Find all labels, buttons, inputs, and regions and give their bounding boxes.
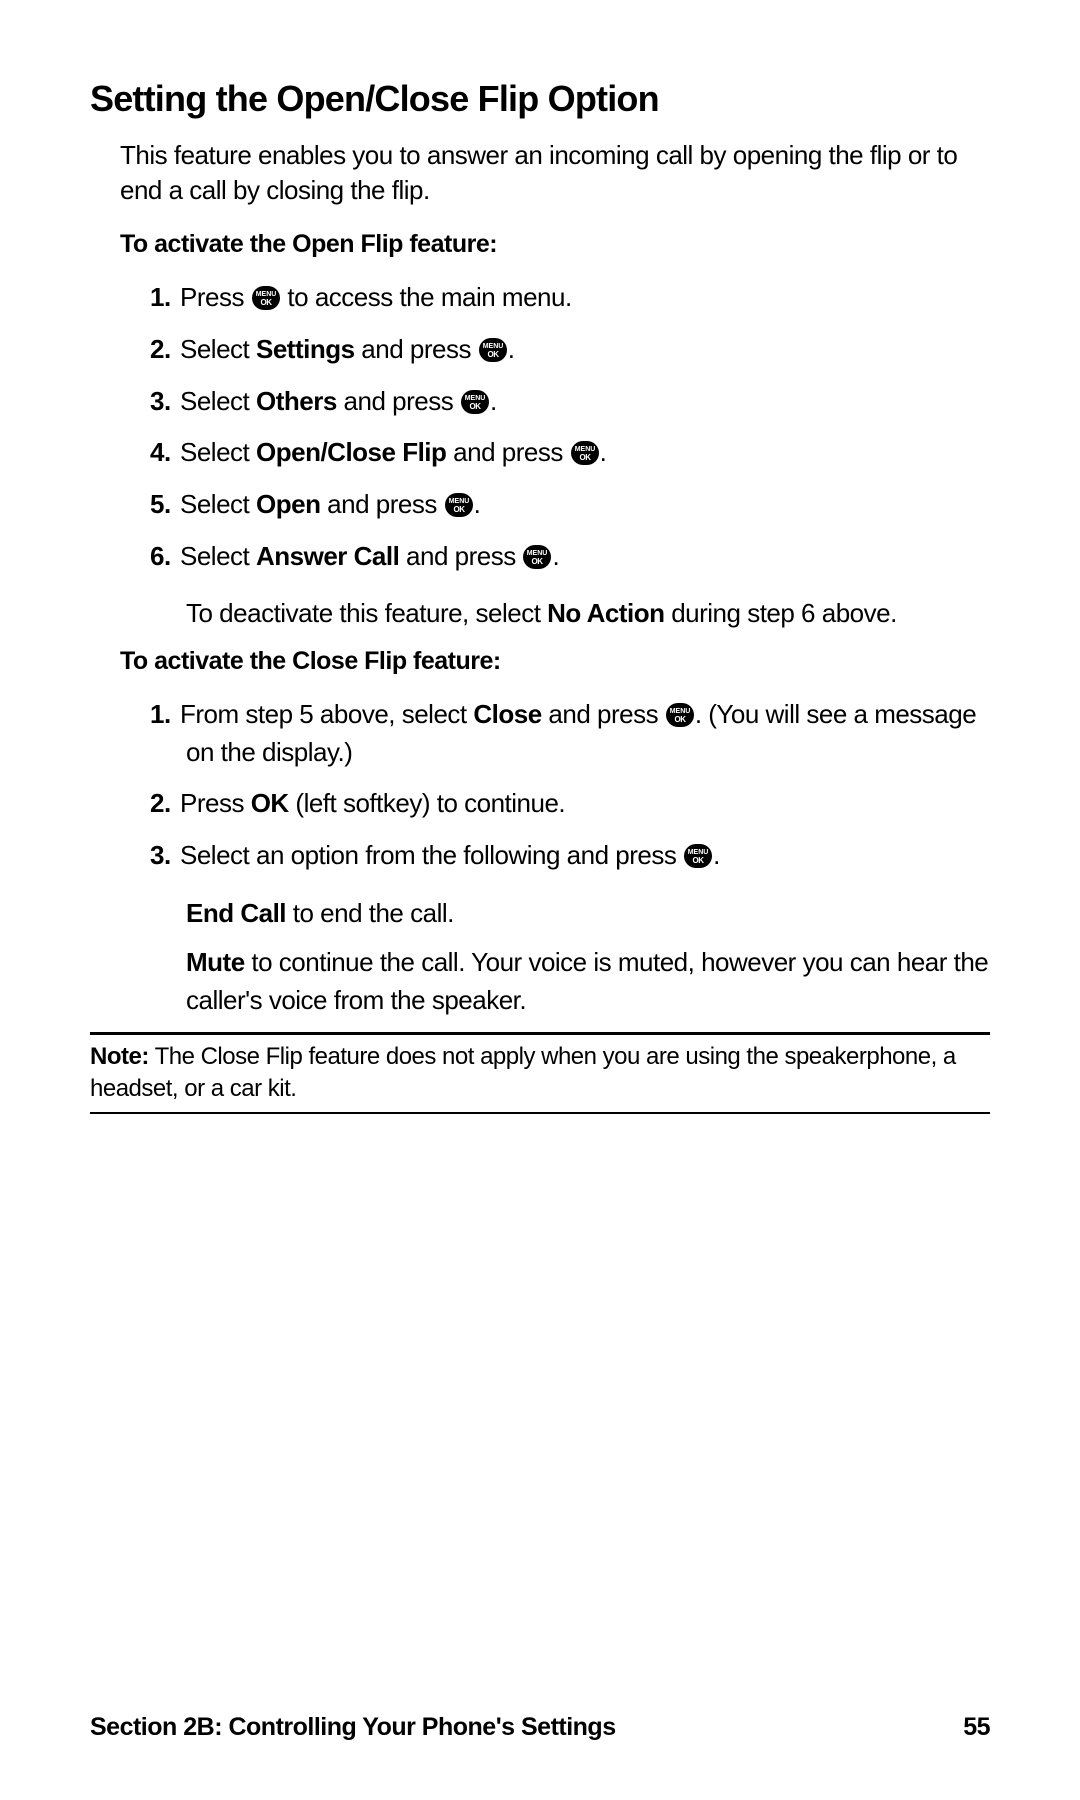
step-5: 5.Select Open and press . — [150, 486, 990, 524]
menu-ok-icon — [522, 544, 552, 570]
menu-ok-icon — [570, 440, 600, 466]
option-end-call: End Call to end the call. — [186, 895, 990, 933]
deactivate-note: To deactivate this feature, select No Ac… — [186, 595, 990, 633]
close-flip-steps: 1.From step 5 above, select Close and pr… — [150, 696, 990, 875]
step-1: 1.Press to access the main menu. — [150, 279, 990, 317]
manual-page: Setting the Open/Close Flip Option This … — [0, 0, 1080, 1114]
note-box: Note: The Close Flip feature does not ap… — [90, 1041, 990, 1106]
step-4: 4.Select Open/Close Flip and press . — [150, 434, 990, 472]
close-step-3: 3.Select an option from the following an… — [150, 837, 990, 875]
menu-ok-icon — [683, 843, 713, 869]
open-flip-steps: 1.Press to access the main menu. 2.Selec… — [150, 279, 990, 575]
subheading-open: To activate the Open Flip feature: — [120, 230, 990, 259]
step-3: 3.Select Others and press . — [150, 383, 990, 421]
divider-top — [90, 1032, 990, 1035]
footer-section-label: Section 2B: Controlling Your Phone's Set… — [90, 1713, 616, 1742]
intro-paragraph: This feature enables you to answer an in… — [120, 138, 990, 208]
page-title: Setting the Open/Close Flip Option — [90, 78, 990, 120]
step-6: 6.Select Answer Call and press . — [150, 538, 990, 576]
divider-bottom — [90, 1112, 990, 1114]
menu-ok-icon — [444, 492, 474, 518]
menu-ok-icon — [478, 337, 508, 363]
menu-ok-icon — [665, 702, 695, 728]
page-footer: Section 2B: Controlling Your Phone's Set… — [90, 1713, 990, 1742]
page-number: 55 — [963, 1713, 990, 1742]
menu-ok-icon — [460, 389, 490, 415]
subheading-close: To activate the Close Flip feature: — [120, 647, 990, 676]
menu-ok-icon — [251, 285, 281, 311]
close-step-1: 1.From step 5 above, select Close and pr… — [150, 696, 990, 771]
step-2: 2.Select Settings and press . — [150, 331, 990, 369]
option-mute: Mute to continue the call. Your voice is… — [186, 944, 990, 1019]
close-step-2: 2.Press OK (left softkey) to continue. — [150, 785, 990, 823]
